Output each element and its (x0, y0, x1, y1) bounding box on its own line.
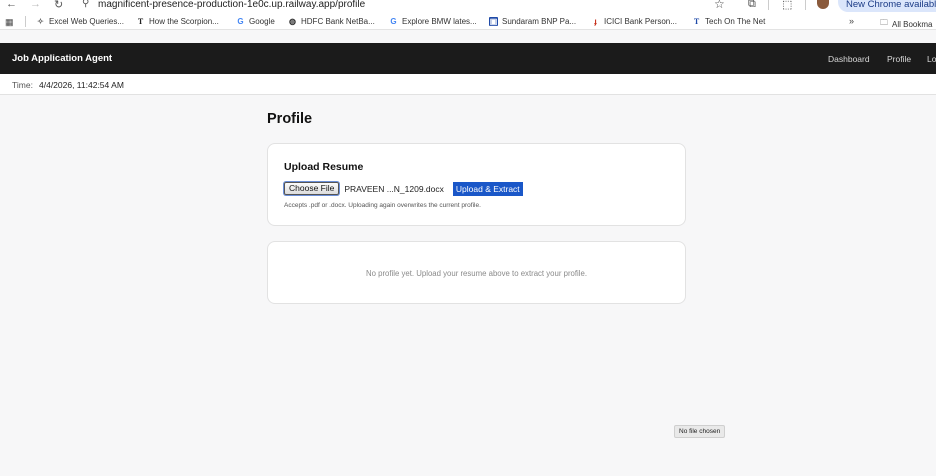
upload-resume-card: Upload Resume Choose File PRAVEEN ...N_1… (267, 143, 686, 226)
bookmark-item[interactable]: ◍ HDFC Bank NetBa... (288, 17, 375, 26)
file-input-tooltip: No file chosen (674, 425, 726, 438)
forward-arrow-icon[interactable]: → (30, 0, 41, 10)
bookmarks-overflow-button[interactable]: » (849, 16, 854, 26)
apps-grid-icon[interactable]: ▦ (5, 17, 14, 28)
browser-toolbar: ← → ↻ ⚲ magnificent-presence-production-… (0, 0, 936, 13)
google-icon: G (390, 17, 397, 26)
bookmark-item[interactable]: G Explore BMW lates... (389, 17, 477, 26)
profile-empty-card: No profile yet. Upload your resume above… (267, 241, 686, 304)
upload-hint: Accepts .pdf or .docx. Uploading again o… (284, 202, 481, 209)
file-input-row: Choose File PRAVEEN ...N_1209.docx Uploa… (284, 181, 523, 196)
empty-profile-message: No profile yet. Upload your resume above… (365, 269, 588, 278)
bookmark-item[interactable]: ɟ ICICI Bank Person... (591, 17, 677, 26)
bookmark-label: Google (249, 17, 275, 26)
nav-logout[interactable]: Lo (927, 54, 936, 64)
folder-icon: 🗀 (880, 18, 888, 27)
new-chrome-button[interactable]: New Chrome available (838, 0, 936, 12)
all-bookmarks-button[interactable]: 🗀 All Bookma (880, 17, 932, 31)
choose-file-button[interactable]: Choose File (284, 182, 340, 195)
star-icon[interactable]: ☆ (714, 0, 725, 11)
globe-icon: ◍ (289, 17, 296, 26)
back-arrow-icon[interactable]: ← (6, 0, 17, 10)
google-icon: G (237, 17, 244, 26)
time-bar: Time: 4/4/2026, 11:42:54 AM (0, 74, 936, 95)
reload-icon[interactable]: ↻ (54, 0, 63, 11)
avatar[interactable] (817, 0, 829, 9)
time-value: 4/4/2026, 11:42:54 AM (39, 80, 124, 90)
bookmark-item[interactable]: G Google (236, 17, 275, 26)
downloads-icon[interactable]: ⬚ (782, 0, 792, 11)
t-icon: T (137, 17, 144, 26)
bookmark-label: ICICI Bank Person... (604, 17, 677, 26)
bookmark-item[interactable]: T Tech On The Net (692, 17, 766, 26)
upload-heading: Upload Resume (284, 161, 364, 173)
address-bar[interactable]: magnificent-presence-production-1e0c.up.… (98, 0, 365, 10)
bookmark-item[interactable]: ▣ Sundaram BNP Pa... (489, 17, 576, 26)
icici-icon: ɟ (594, 17, 597, 26)
nav-dashboard[interactable]: Dashboard (828, 54, 870, 64)
upload-extract-button[interactable]: Upload & Extract (452, 181, 523, 196)
selected-file-name: PRAVEEN ...N_1209.docx (344, 183, 444, 194)
bookmark-item[interactable]: ✧ Excel Web Queries... (36, 17, 124, 26)
t-icon: T (693, 17, 700, 26)
bookmark-label: HDFC Bank NetBa... (301, 17, 375, 26)
bookmark-label: How the Scorpion... (149, 17, 219, 26)
bookmark-label: Tech On The Net (705, 17, 766, 26)
sparkle-icon: ✧ (37, 17, 44, 26)
site-settings-icon[interactable]: ⚲ (82, 0, 89, 9)
bookmarks-bar: ▦ ✧ Excel Web Queries... T How the Scorp… (0, 13, 936, 30)
bookmark-label: Explore BMW lates... (402, 17, 477, 26)
bookmark-label: Excel Web Queries... (49, 17, 124, 26)
app-brand[interactable]: Job Application Agent (12, 53, 112, 64)
nav-profile[interactable]: Profile (887, 54, 911, 64)
toolbar-divider (805, 0, 806, 10)
all-bookmarks-label: All Bookma (892, 19, 933, 29)
bookmark-item[interactable]: T How the Scorpion... (136, 17, 219, 26)
page-title: Profile (267, 111, 313, 127)
bank-icon: ▣ (489, 17, 498, 26)
bookmarks-divider (25, 16, 26, 27)
extensions-icon[interactable]: ⧉ (748, 0, 756, 11)
toolbar-divider (768, 0, 769, 10)
time-label: Time: (12, 80, 33, 90)
app-header: Job Application Agent Dashboard Profile … (0, 43, 936, 74)
bookmark-label: Sundaram BNP Pa... (502, 17, 577, 26)
